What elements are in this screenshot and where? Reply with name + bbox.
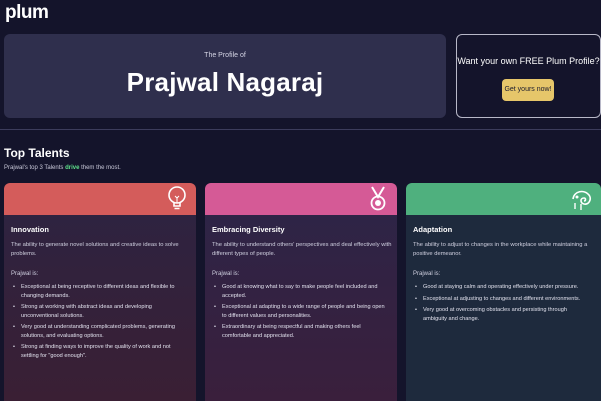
subtitle-highlight: drive — [65, 165, 80, 171]
card-points: Good at staying calm and operating effec… — [413, 283, 589, 326]
list-item: Extraordinary at being respectful and ma… — [212, 323, 388, 340]
promo-box: Want your own FREE Plum Profile? Get you… — [456, 34, 601, 118]
card-is-label: Prajwal is: — [212, 271, 240, 277]
talent-card-innovation: Innovation The ability to generate novel… — [4, 183, 196, 401]
list-item: Good at staying calm and operating effec… — [413, 283, 589, 292]
section-title: Top Talents — [4, 146, 70, 160]
card-title: Embracing Diversity — [212, 225, 285, 234]
card-is-label: Prajwal is: — [11, 271, 39, 277]
get-yours-button[interactable]: Get yours now! — [502, 79, 554, 101]
card-description: The ability to adjust to changes in the … — [413, 242, 588, 257]
card-points: Exceptional at being receptive to differ… — [11, 283, 187, 363]
medal-icon — [370, 186, 386, 211]
profile-name: Prajwal Nagaraj — [126, 67, 324, 97]
list-item: Good at knowing what to say to make peop… — [212, 283, 388, 300]
list-item: Strong at finding ways to improve the qu… — [11, 343, 187, 360]
list-item: Exceptional at adapting to a wide range … — [212, 303, 388, 320]
card-description: The ability to generate novel solutions … — [11, 242, 179, 257]
lightbulb-icon — [168, 186, 186, 210]
promo-question: Want your own FREE Plum Profile? — [457, 56, 600, 66]
list-item: Very good at understanding complicated p… — [11, 323, 187, 340]
list-item: Very good at overcoming obstacles and pe… — [413, 306, 589, 323]
talent-card-adaptation: Adaptation The ability to adjust to chan… — [406, 183, 601, 401]
list-item: Exceptional at adjusting to changes and … — [413, 295, 589, 304]
profile-hero: The Profile of Prajwal Nagaraj — [4, 34, 446, 118]
card-description: The ability to understand others' perspe… — [212, 242, 392, 257]
card-is-label: Prajwal is: — [413, 271, 441, 277]
card-points: Good at knowing what to say to make peop… — [212, 283, 388, 343]
talent-card-embracing-diversity: Embracing Diversity The ability to under… — [205, 183, 397, 401]
divider — [0, 129, 601, 130]
chameleon-icon — [572, 190, 591, 210]
profile-kicker: The Profile of — [204, 52, 246, 59]
list-item: Strong at working with abstract ideas an… — [11, 303, 187, 320]
section-subtitle: Prajwal's top 3 Talents drive them the m… — [4, 165, 121, 171]
card-title: Innovation — [11, 225, 49, 234]
list-item: Exceptional at being receptive to differ… — [11, 283, 187, 300]
card-title: Adaptation — [413, 225, 453, 234]
plum-logo[interactable]: plum — [5, 2, 49, 24]
